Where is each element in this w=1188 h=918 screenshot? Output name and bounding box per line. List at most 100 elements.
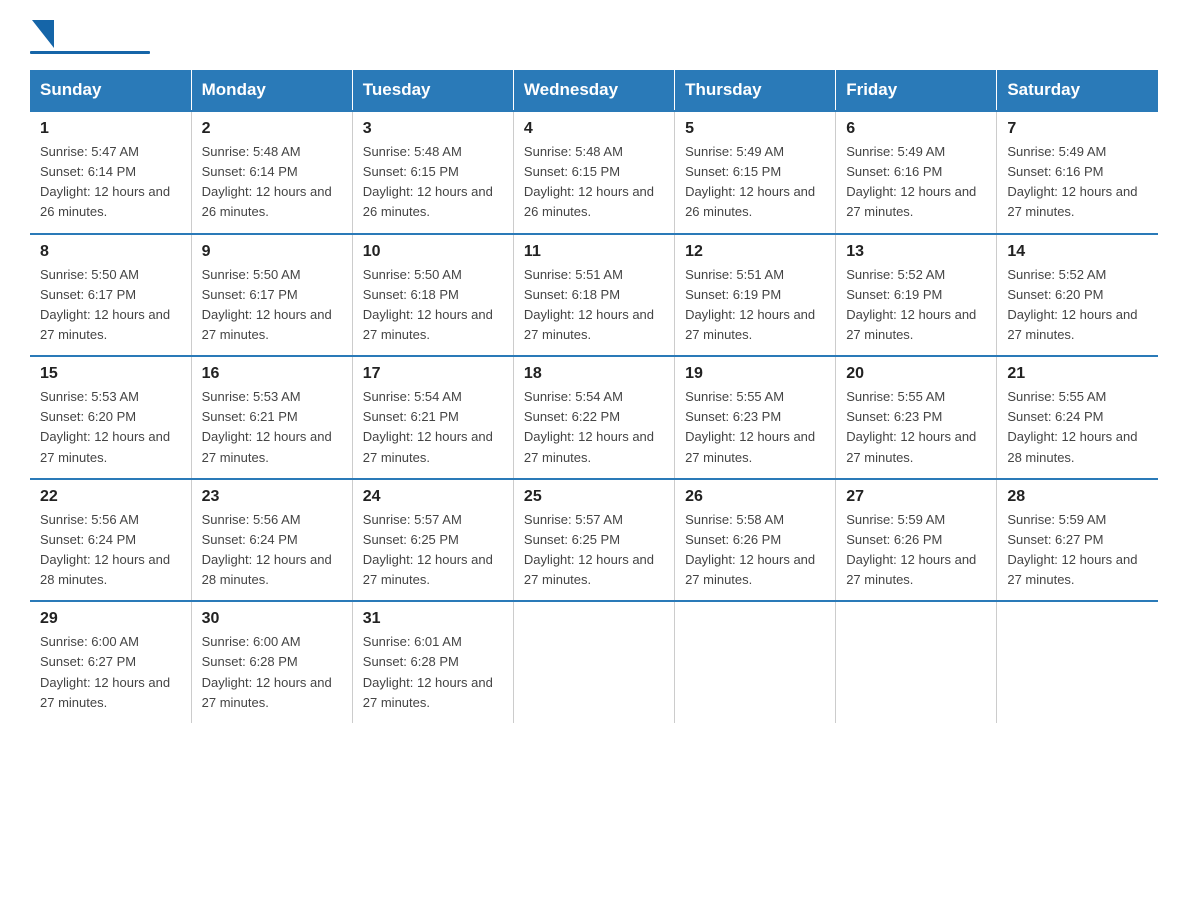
day-number: 26: [685, 488, 825, 506]
calendar-day-cell: 25Sunrise: 5:57 AMSunset: 6:25 PMDayligh…: [513, 479, 674, 602]
calendar-day-cell: 16 Sunrise: 5:53 AMSunset: 6:21 PMDayligh…: [191, 356, 352, 479]
day-info: Sunrise: 5:48 AMSunset: 6:14 PMDaylight:…: [202, 142, 342, 223]
page-header: [30, 20, 1158, 54]
day-info: Sunrise: 5:50 AMSunset: 6:17 PMDaylight:…: [202, 265, 342, 346]
day-number: 16: [202, 365, 342, 383]
day-of-week-header: Tuesday: [352, 70, 513, 111]
day-info: Sunrise: 6:00 AMSunset: 6:27 PMDaylight:…: [40, 632, 181, 713]
calendar-day-cell: [836, 601, 997, 723]
calendar-week-row: 22 Sunrise: 5:56 AMSunset: 6:24 PMDayligh…: [30, 479, 1158, 602]
logo: [30, 20, 150, 54]
day-number: 11: [524, 243, 664, 261]
day-info: Sunrise: 5:50 AMSunset: 6:17 PMDaylight:…: [40, 265, 181, 346]
logo-underline: [30, 51, 150, 54]
day-number: 2: [202, 120, 342, 138]
day-info: Sunrise: 5:52 AMSunset: 6:19 PMDaylight:…: [846, 265, 986, 346]
day-info: Sunrise: 5:51 AMSunset: 6:18 PMDaylight:…: [524, 265, 664, 346]
calendar-day-cell: 11 Sunrise: 5:51 AMSunset: 6:18 PMDayligh…: [513, 234, 674, 357]
day-number: 6: [846, 120, 986, 138]
day-number: 22: [40, 488, 181, 506]
calendar-week-row: 29 Sunrise: 6:00 AMSunset: 6:27 PMDayligh…: [30, 601, 1158, 723]
day-info: Sunrise: 6:01 AMSunset: 6:28 PMDaylight:…: [363, 632, 503, 713]
calendar-day-cell: 20 Sunrise: 5:55 AMSunset: 6:23 PMDayligh…: [836, 356, 997, 479]
calendar-day-cell: 13 Sunrise: 5:52 AMSunset: 6:19 PMDayligh…: [836, 234, 997, 357]
day-info: Sunrise: 5:52 AMSunset: 6:20 PMDaylight:…: [1007, 265, 1148, 346]
day-number: 27: [846, 488, 986, 506]
day-of-week-header: Wednesday: [513, 70, 674, 111]
day-number: 12: [685, 243, 825, 261]
day-number: 29: [40, 610, 181, 628]
calendar-day-cell: 23 Sunrise: 5:56 AMSunset: 6:24 PMDayligh…: [191, 479, 352, 602]
logo-arrow-icon: [32, 20, 54, 48]
calendar-day-cell: [675, 601, 836, 723]
day-number: 4: [524, 120, 664, 138]
calendar-day-cell: 18 Sunrise: 5:54 AMSunset: 6:22 PMDayligh…: [513, 356, 674, 479]
calendar-day-cell: 9 Sunrise: 5:50 AMSunset: 6:17 PMDaylight…: [191, 234, 352, 357]
calendar-day-cell: [513, 601, 674, 723]
calendar-day-cell: 29 Sunrise: 6:00 AMSunset: 6:27 PMDayligh…: [30, 601, 191, 723]
day-number: 20: [846, 365, 986, 383]
day-of-week-header: Sunday: [30, 70, 191, 111]
day-number: 14: [1007, 243, 1148, 261]
day-info: Sunrise: 5:55 AMSunset: 6:23 PMDaylight:…: [846, 387, 986, 468]
calendar-day-cell: 31Sunrise: 6:01 AMSunset: 6:28 PMDayligh…: [352, 601, 513, 723]
day-info: Sunrise: 5:49 AMSunset: 6:16 PMDaylight:…: [846, 142, 986, 223]
day-of-week-header: Monday: [191, 70, 352, 111]
day-number: 3: [363, 120, 503, 138]
day-number: 10: [363, 243, 503, 261]
calendar-day-cell: 7 Sunrise: 5:49 AMSunset: 6:16 PMDaylight…: [997, 111, 1158, 234]
day-info: Sunrise: 5:59 AMSunset: 6:27 PMDaylight:…: [1007, 510, 1148, 591]
day-info: Sunrise: 5:51 AMSunset: 6:19 PMDaylight:…: [685, 265, 825, 346]
day-number: 5: [685, 120, 825, 138]
day-info: Sunrise: 5:54 AMSunset: 6:21 PMDaylight:…: [363, 387, 503, 468]
day-of-week-header: Saturday: [997, 70, 1158, 111]
day-number: 25: [524, 488, 664, 506]
calendar-week-row: 8Sunrise: 5:50 AMSunset: 6:17 PMDaylight…: [30, 234, 1158, 357]
day-info: Sunrise: 5:54 AMSunset: 6:22 PMDaylight:…: [524, 387, 664, 468]
day-number: 13: [846, 243, 986, 261]
calendar-week-row: 15 Sunrise: 5:53 AMSunset: 6:20 PMDayligh…: [30, 356, 1158, 479]
day-number: 24: [363, 488, 503, 506]
calendar-day-cell: 8Sunrise: 5:50 AMSunset: 6:17 PMDaylight…: [30, 234, 191, 357]
day-of-week-header: Thursday: [675, 70, 836, 111]
calendar-header-row: SundayMondayTuesdayWednesdayThursdayFrid…: [30, 70, 1158, 111]
calendar-day-cell: 12 Sunrise: 5:51 AMSunset: 6:19 PMDayligh…: [675, 234, 836, 357]
day-number: 7: [1007, 120, 1148, 138]
day-number: 17: [363, 365, 503, 383]
calendar-day-cell: [997, 601, 1158, 723]
day-info: Sunrise: 5:58 AMSunset: 6:26 PMDaylight:…: [685, 510, 825, 591]
day-info: Sunrise: 5:50 AMSunset: 6:18 PMDaylight:…: [363, 265, 503, 346]
calendar-day-cell: 21 Sunrise: 5:55 AMSunset: 6:24 PMDayligh…: [997, 356, 1158, 479]
day-info: Sunrise: 5:56 AMSunset: 6:24 PMDaylight:…: [40, 510, 181, 591]
day-info: Sunrise: 5:56 AMSunset: 6:24 PMDaylight:…: [202, 510, 342, 591]
day-number: 15: [40, 365, 181, 383]
day-number: 18: [524, 365, 664, 383]
calendar-day-cell: 19Sunrise: 5:55 AMSunset: 6:23 PMDayligh…: [675, 356, 836, 479]
day-info: Sunrise: 5:49 AMSunset: 6:16 PMDaylight:…: [1007, 142, 1148, 223]
calendar-day-cell: 14 Sunrise: 5:52 AMSunset: 6:20 PMDayligh…: [997, 234, 1158, 357]
day-number: 21: [1007, 365, 1148, 383]
calendar-day-cell: 30Sunrise: 6:00 AMSunset: 6:28 PMDayligh…: [191, 601, 352, 723]
calendar-day-cell: 17 Sunrise: 5:54 AMSunset: 6:21 PMDayligh…: [352, 356, 513, 479]
calendar-day-cell: 1Sunrise: 5:47 AMSunset: 6:14 PMDaylight…: [30, 111, 191, 234]
calendar-day-cell: 24 Sunrise: 5:57 AMSunset: 6:25 PMDayligh…: [352, 479, 513, 602]
day-info: Sunrise: 5:53 AMSunset: 6:21 PMDaylight:…: [202, 387, 342, 468]
day-number: 28: [1007, 488, 1148, 506]
day-info: Sunrise: 5:57 AMSunset: 6:25 PMDaylight:…: [363, 510, 503, 591]
day-info: Sunrise: 5:49 AMSunset: 6:15 PMDaylight:…: [685, 142, 825, 223]
day-number: 23: [202, 488, 342, 506]
calendar-table: SundayMondayTuesdayWednesdayThursdayFrid…: [30, 70, 1158, 723]
day-number: 19: [685, 365, 825, 383]
day-info: Sunrise: 5:53 AMSunset: 6:20 PMDaylight:…: [40, 387, 181, 468]
calendar-day-cell: 4 Sunrise: 5:48 AMSunset: 6:15 PMDaylight…: [513, 111, 674, 234]
calendar-day-cell: 2 Sunrise: 5:48 AMSunset: 6:14 PMDaylight…: [191, 111, 352, 234]
calendar-day-cell: 6 Sunrise: 5:49 AMSunset: 6:16 PMDaylight…: [836, 111, 997, 234]
day-of-week-header: Friday: [836, 70, 997, 111]
day-number: 9: [202, 243, 342, 261]
day-info: Sunrise: 5:55 AMSunset: 6:24 PMDaylight:…: [1007, 387, 1148, 468]
calendar-day-cell: 10 Sunrise: 5:50 AMSunset: 6:18 PMDayligh…: [352, 234, 513, 357]
day-number: 1: [40, 120, 181, 138]
day-info: Sunrise: 5:48 AMSunset: 6:15 PMDaylight:…: [524, 142, 664, 223]
calendar-week-row: 1Sunrise: 5:47 AMSunset: 6:14 PMDaylight…: [30, 111, 1158, 234]
day-info: Sunrise: 5:48 AMSunset: 6:15 PMDaylight:…: [363, 142, 503, 223]
